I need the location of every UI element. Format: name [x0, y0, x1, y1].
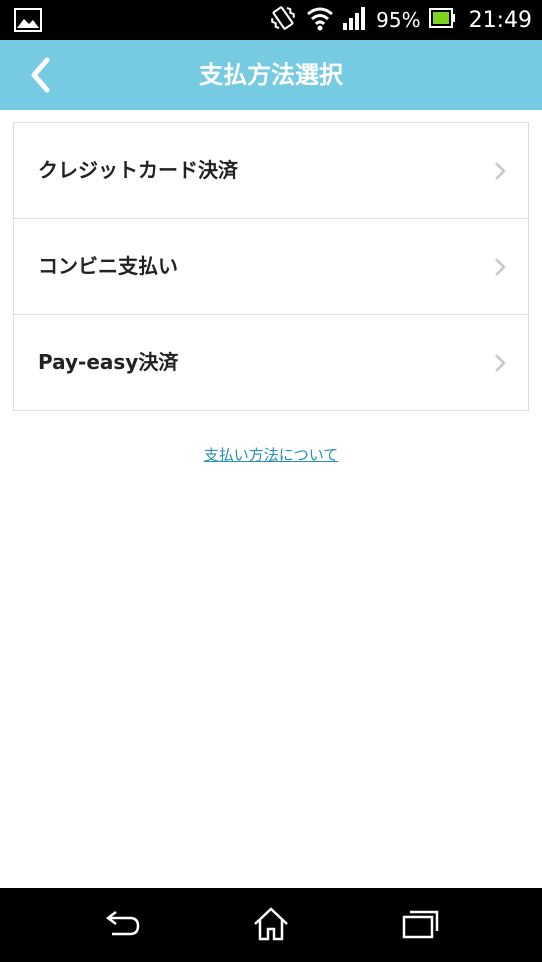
signal-icon: [342, 5, 368, 35]
chevron-right-icon: [494, 257, 506, 277]
page-title: 支払方法選択: [199, 61, 343, 89]
nav-recent-apps-button[interactable]: [398, 904, 442, 944]
list-item-label: クレジットカード決済: [38, 158, 238, 182]
app-bar: 支払方法選択: [0, 40, 542, 110]
image-notification-icon: [14, 8, 42, 32]
back-icon: [100, 911, 144, 948]
home-icon: [249, 907, 293, 948]
nav-back-button[interactable]: [100, 904, 144, 944]
payment-method-convenience-store[interactable]: コンビニ支払い: [14, 219, 528, 315]
clock: 21:49: [468, 7, 532, 33]
list-item-label: コンビニ支払い: [38, 254, 178, 278]
chevron-right-icon: [494, 353, 506, 373]
chevron-right-icon: [494, 161, 506, 181]
payment-method-credit-card[interactable]: クレジットカード決済: [14, 123, 528, 219]
navigation-bar: [0, 888, 542, 962]
battery-icon: [428, 7, 457, 33]
about-payment-methods-link[interactable]: 支払い方法について: [0, 444, 542, 465]
battery-percent: 95%: [376, 8, 421, 32]
wifi-icon: [306, 5, 334, 35]
nav-home-button[interactable]: [249, 904, 293, 944]
payment-method-pay-easy[interactable]: Pay-easy決済: [14, 315, 528, 411]
status-bar: 95% 21:49: [0, 0, 542, 40]
payment-method-list: クレジットカード決済 コンビニ支払い Pay-easy決済: [13, 122, 529, 411]
list-item-label: Pay-easy決済: [38, 350, 179, 374]
recent-apps-icon: [398, 910, 442, 948]
vibrate-icon: [268, 3, 298, 37]
